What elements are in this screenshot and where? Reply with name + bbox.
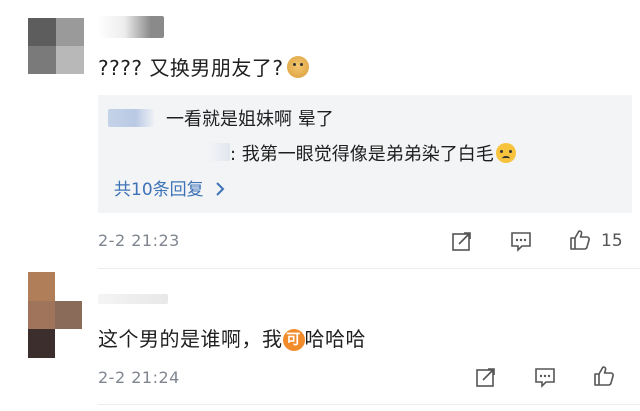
doge-emoji-icon [287,56,310,78]
divider [98,404,640,405]
comment-text: 这个男的是谁啊，我可哈哈哈 [98,327,366,351]
share-icon[interactable] [450,229,474,253]
avatar[interactable] [28,272,82,358]
like-icon[interactable] [592,364,616,388]
comment-timestamp: 2-2 21:24 [98,368,180,387]
comment-icon[interactable] [533,365,557,389]
share-icon[interactable] [474,365,498,389]
more-replies-link[interactable]: 共10条回复 [114,175,225,200]
comment-timestamp: 2-2 21:23 [98,231,180,250]
avatar[interactable] [28,18,84,74]
comment-icon[interactable] [509,229,533,253]
reply-text: : 我第一眼觉得像是弟弟染了白毛 [230,140,516,166]
ke-emoji-badge: 可 [282,329,305,351]
like-count: 15 [601,231,623,251]
username[interactable] [98,294,168,304]
reply-username[interactable] [208,143,230,161]
comment-text: ???? 又换男朋友了? [98,52,310,81]
reply-username[interactable] [108,109,154,127]
like-icon[interactable] [568,228,592,252]
crying-emoji-icon [495,143,516,163]
chevron-right-icon [215,180,225,200]
reply-preview-box[interactable]: 一看就是姐妹啊 晕了 : 我第一眼觉得像是弟弟染了白毛 共10条回复 [98,95,632,213]
reply-text: 一看就是姐妹啊 晕了 [166,109,334,130]
divider [98,268,640,269]
username[interactable] [98,16,164,38]
